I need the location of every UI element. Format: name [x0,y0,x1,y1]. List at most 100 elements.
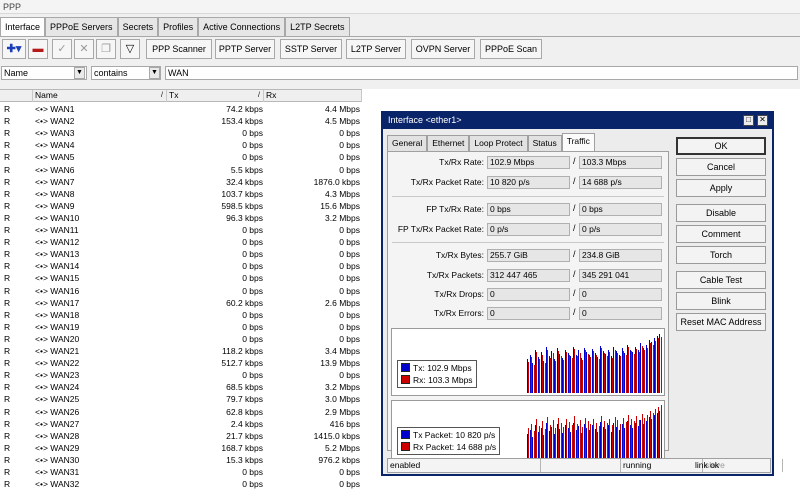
table-row[interactable]: R <•> WAN1 74.2 kbps 4.4 Mbps [0,103,362,115]
table-row[interactable]: R <•> WAN15 0 bps 0 bps [0,272,362,284]
table-row[interactable]: R <•> WAN4 0 bps 0 bps [0,139,362,151]
tab-general[interactable]: General [387,135,428,151]
packets-label: Tx/Rx Packets: [426,270,484,280]
table-row[interactable]: R <•> WAN30 15.3 kbps 976.2 kbps [0,454,362,466]
table-row[interactable]: R <•> WAN19 0 bps 0 bps [0,321,362,333]
tab-interface[interactable]: Interface [0,17,46,37]
table-row[interactable]: R <•> WAN14 0 bps 0 bps [0,260,362,272]
row-rx: 3.0 Mbps [325,394,360,405]
table-row[interactable]: R <•> WAN25 79.7 kbps 3.0 Mbps [0,393,362,405]
disable-button[interactable]: Disable [676,204,766,222]
row-rx: 0 bps [339,237,360,248]
tab-traffic[interactable]: Traffic [561,133,595,151]
table-row[interactable]: R <•> WAN11 0 bps 0 bps [0,224,362,236]
chevron-down-icon[interactable]: ▼ [149,67,160,79]
legend-tx-packet-label: Tx Packet: [413,430,454,440]
tab-secrets[interactable]: Secrets [117,17,159,37]
rx-bar [555,427,557,459]
legend-rx-packet: Rx Packet: 14 688 p/s [401,441,496,453]
table-row[interactable]: R <•> WAN3 0 bps 0 bps [0,127,362,139]
torch-button[interactable]: Torch [676,246,766,264]
row-flag: R [4,176,11,187]
blink-button[interactable]: Blink [676,292,766,310]
copy-icon[interactable]: ❐ [96,39,116,59]
table-row[interactable]: R <•> WAN24 68.5 kbps 3.2 Mbps [0,381,362,393]
table-row[interactable]: R <•> WAN18 0 bps 0 bps [0,309,362,321]
filter-icon[interactable]: ▽ [120,39,140,59]
table-row[interactable]: R <•> WAN27 2.4 kbps 416 bps [0,418,362,430]
tab-ethernet[interactable]: Ethernet [427,135,470,151]
rx-bar [552,420,554,459]
x-icon[interactable]: ✕ [74,39,94,59]
sstp-server-button[interactable]: SSTP Server [280,39,342,59]
table-row[interactable]: R <•> WAN16 0 bps 0 bps [0,285,362,297]
row-tx: 32.4 kbps [226,176,263,187]
ok-button[interactable]: OK [676,137,766,155]
row-rx: 0 bps [339,285,360,296]
reset-mac-address-button[interactable]: Reset MAC Address [676,313,766,331]
rx-bar [641,413,643,459]
col-tx[interactable]: Tx / [167,90,264,102]
col-rx[interactable]: Rx [264,90,362,102]
col-name[interactable]: Name / [33,90,167,102]
row-flag: R [4,479,11,490]
rx-bytes-value: 234.8 GiB [579,249,662,262]
apply-button[interactable]: Apply [676,179,766,197]
tab-loop-protect[interactable]: Loop Protect [469,135,528,151]
table-row[interactable]: R <•> WAN6 5.5 kbps 0 bps [0,164,362,176]
tab-status[interactable]: Status [527,135,562,151]
row-tx: 21.7 kbps [226,430,263,441]
row-flag: R [4,200,11,211]
ppp-scanner-button[interactable]: PPP Scanner [146,39,212,59]
filter-value-input[interactable]: WAN [165,66,798,80]
table-row[interactable]: R <•> WAN13 0 bps 0 bps [0,248,362,260]
table-row[interactable]: R <•> WAN22 512.7 kbps 13.9 Mbps [0,357,362,369]
pppoe-scan-button[interactable]: PPPoE Scan [480,39,542,59]
maximize-icon[interactable]: □ [743,115,754,126]
drops-label: Tx/Rx Drops: [434,289,484,299]
separator [392,242,664,243]
minus-icon[interactable]: ▬ [28,39,48,59]
table-row[interactable]: R <•> WAN5 0 bps 0 bps [0,151,362,163]
sort-icon: / [161,92,163,99]
table-row[interactable]: R <•> WAN9 598.5 kbps 15.6 Mbps [0,200,362,212]
table-row[interactable]: R <•> WAN32 0 bps 0 bps [0,478,362,490]
cancel-button[interactable]: Cancel [676,158,766,176]
row-tx: 0 bps [242,333,263,344]
chevron-down-icon[interactable]: ▼ [74,67,85,79]
tab-l2tp-secrets[interactable]: L2TP Secrets [285,17,350,37]
tab-profiles[interactable]: Profiles [158,17,199,37]
check-icon[interactable]: ✓ [52,39,72,59]
comment-button[interactable]: Comment [676,225,766,243]
main-tabs: Interface PPPoE Servers Secrets Profiles… [0,17,350,37]
rx-bar [620,356,622,393]
table-row[interactable]: R <•> WAN31 0 bps 0 bps [0,466,362,478]
row-rx: 976.2 kbps [318,454,360,465]
table-row[interactable]: R <•> WAN12 0 bps 0 bps [0,236,362,248]
close-icon[interactable]: ✕ [757,115,768,126]
tab-pppoe-servers[interactable]: PPPoE Servers [45,17,118,37]
row-tx: 0 bps [242,140,263,151]
tab-divider [0,36,800,37]
table-row[interactable]: R <•> WAN17 60.2 kbps 2.6 Mbps [0,297,362,309]
table-row[interactable]: R <•> WAN23 0 bps 0 bps [0,369,362,381]
plus-icon[interactable]: ✚▾ [2,39,26,59]
table-row[interactable]: R <•> WAN8 103.7 kbps 4.3 Mbps [0,188,362,200]
l2tp-server-button[interactable]: L2TP Server [346,39,406,59]
row-tx: 512.7 kbps [221,358,263,369]
row-tx: 60.2 kbps [226,297,263,308]
table-row[interactable]: R <•> WAN2 153.4 kbps 4.5 Mbps [0,115,362,127]
row-tx: 0 bps [242,152,263,163]
table-row[interactable]: R <•> WAN29 168.7 kbps 5.2 Mbps [0,442,362,454]
cable-test-button[interactable]: Cable Test [676,271,766,289]
table-row[interactable]: R <•> WAN28 21.7 kbps 1415.0 kbps [0,430,362,442]
row-rx: 13.9 Mbps [320,358,360,369]
ovpn-server-button[interactable]: OVPN Server [411,39,475,59]
table-row[interactable]: R <•> WAN21 118.2 kbps 3.4 Mbps [0,345,362,357]
pptp-server-button[interactable]: PPTP Server [215,39,275,59]
table-row[interactable]: R <•> WAN26 62.8 kbps 2.9 Mbps [0,406,362,418]
table-row[interactable]: R <•> WAN10 96.3 kbps 3.2 Mbps [0,212,362,224]
table-row[interactable]: R <•> WAN7 32.4 kbps 1876.0 kbps [0,176,362,188]
tab-active-connections[interactable]: Active Connections [198,17,286,37]
table-row[interactable]: R <•> WAN20 0 bps 0 bps [0,333,362,345]
